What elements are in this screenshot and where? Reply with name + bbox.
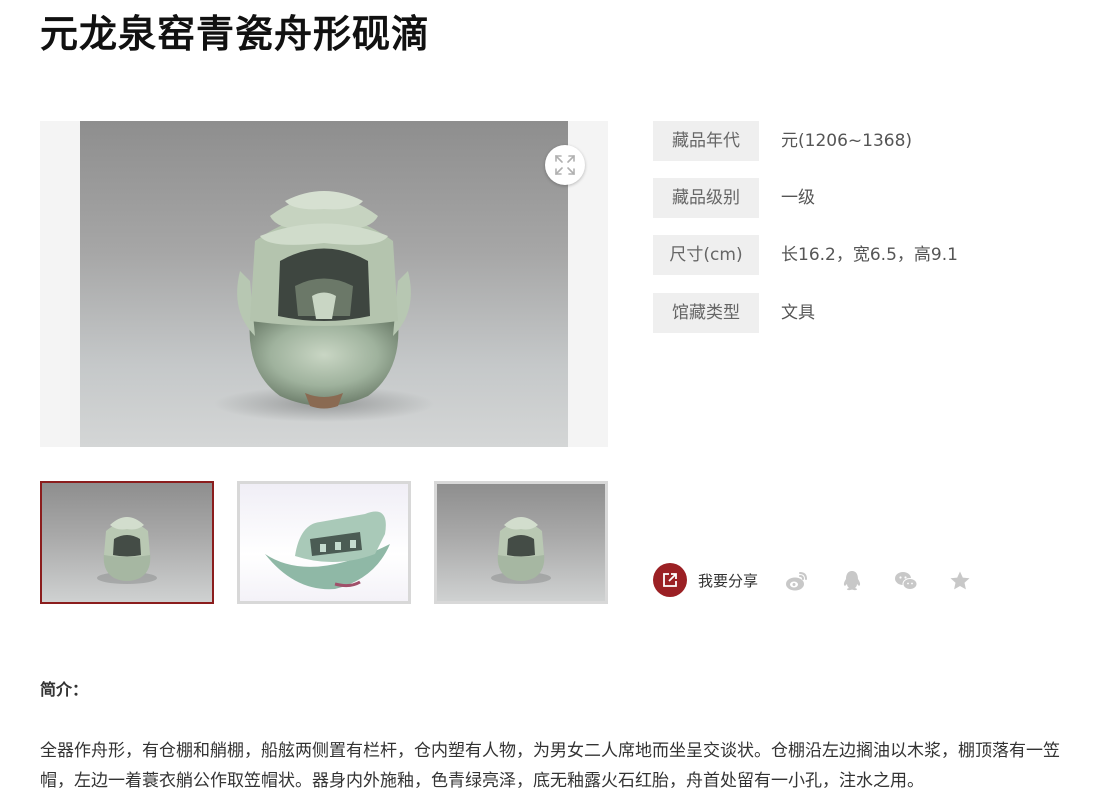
page-title: 元龙泉窑青瓷舟形砚滴 [40,12,431,56]
attr-key: 藏品级别 [653,178,759,218]
fullscreen-button[interactable] [545,145,585,185]
main-image-viewer[interactable] [40,121,608,447]
thumbnail-photo [42,483,212,602]
thumbnail-2[interactable] [237,481,411,604]
thumbnail-photo [240,484,408,601]
expand-icon [555,155,575,175]
thumbnail-3[interactable] [434,481,608,604]
star-icon[interactable] [948,569,972,593]
weibo-icon[interactable] [785,569,809,593]
share-bar: 我要分享 [653,563,983,599]
thumbnail-photo [437,484,605,601]
attr-row-size: 尺寸(cm) 长16.2，宽6.5，高9.1 [653,235,1073,275]
wechat-icon[interactable] [894,569,918,593]
qq-icon[interactable] [840,569,864,593]
share-icon [663,573,677,587]
thumbnail-illustration [97,517,157,584]
attr-row-category: 馆藏类型 文具 [653,293,1073,333]
share-button[interactable] [653,563,687,597]
attr-key: 尺寸(cm) [653,235,759,275]
share-label[interactable]: 我要分享 [698,563,758,599]
intro-text: 全器作舟形，有仓棚和艄棚，船舷两侧置有栏杆，仓内塑有人物，为男女二人席地而坐呈交… [40,741,1060,791]
celadon-boat-illustration [214,191,434,422]
attr-row-era: 藏品年代 元(1206~1368) [653,121,1073,161]
attr-row-grade: 藏品级别 一级 [653,178,1073,218]
attr-value: 元(1206~1368) [781,131,913,151]
thumbnail-1[interactable] [40,481,214,604]
intro-heading: 简介： [40,680,89,699]
attr-value: 长16.2，宽6.5，高9.1 [781,245,958,265]
thumbnail-illustration [491,517,551,584]
attr-key: 馆藏类型 [653,293,759,333]
artifact-photo [80,121,568,447]
attr-key: 藏品年代 [653,121,759,161]
attr-value: 一级 [781,188,815,208]
thumbnail-illustration [265,511,390,590]
attr-value: 文具 [781,303,815,323]
